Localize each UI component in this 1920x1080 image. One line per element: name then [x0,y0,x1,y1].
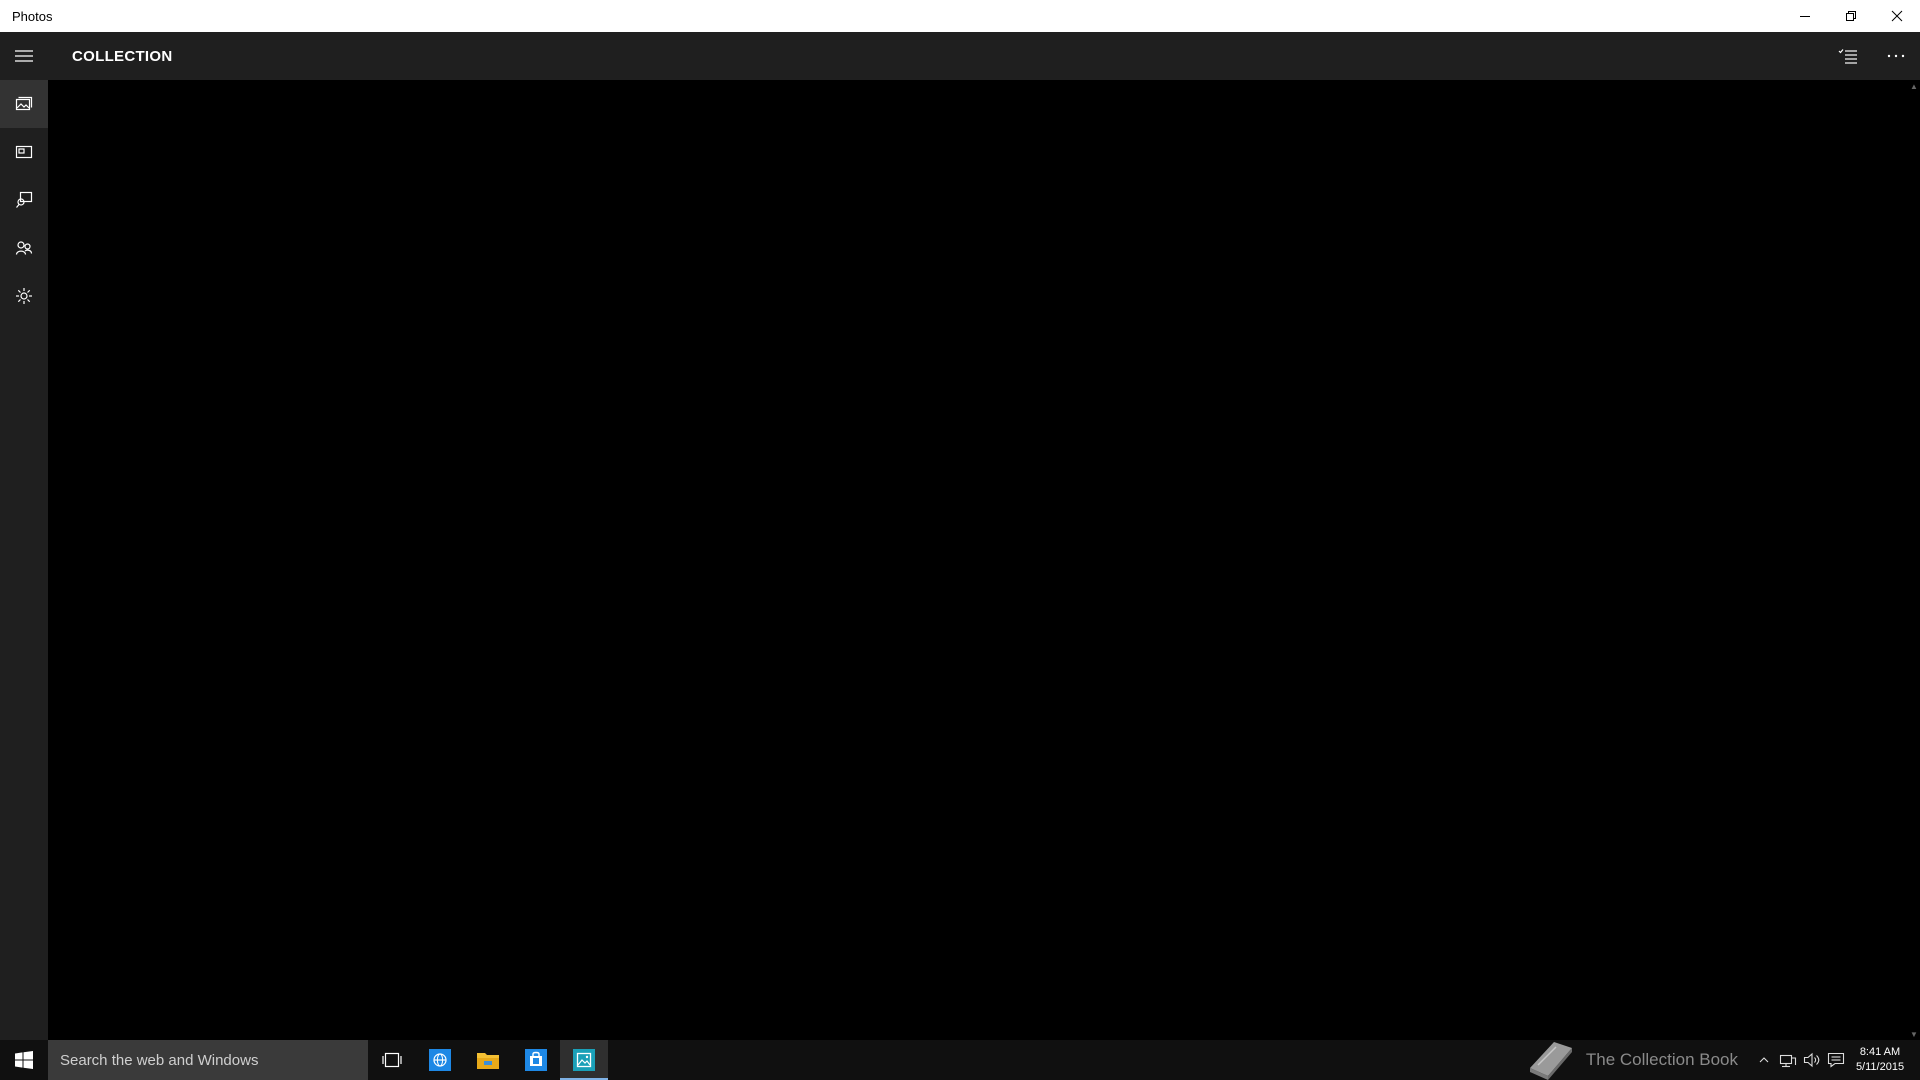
photos-app-icon [573,1049,595,1071]
minimize-icon [1800,16,1810,17]
book-icon [1529,1042,1572,1080]
store-icon [525,1049,547,1071]
nav-rail [0,32,48,1040]
folder-photos-icon [16,191,33,208]
search-input[interactable]: Search the web and Windows [48,1040,368,1080]
clock-date: 5/11/2015 [1855,1061,1905,1073]
taskbar-file-explorer[interactable] [464,1040,512,1080]
network-button[interactable] [1776,1040,1800,1080]
title-bar: Photos [0,0,1920,32]
watermark: The Collection Book [1524,1038,1738,1080]
hamburger-menu-button[interactable] [0,32,48,80]
volume-button[interactable] [1800,1040,1824,1080]
browser-icon [429,1049,451,1071]
volume-icon [1803,1052,1820,1068]
taskbar-photos[interactable] [560,1040,608,1080]
select-button[interactable] [1824,32,1872,80]
page-header: COLLECTION [48,32,1920,80]
taskbar-edge[interactable] [416,1040,464,1080]
hamburger-icon [15,50,33,62]
show-hidden-icons-button[interactable] [1752,1040,1776,1080]
collection-content [48,80,1908,1040]
close-icon [1891,10,1903,22]
vertical-scrollbar[interactable]: ▲ ▼ [1908,80,1920,1040]
page-title: COLLECTION [72,47,173,65]
close-button[interactable] [1874,0,1920,32]
nav-settings[interactable] [0,272,48,320]
nav-albums[interactable] [0,128,48,176]
network-icon [1779,1054,1797,1068]
taskbar: Search the web and Windows The Collectio… [0,1040,1920,1080]
nav-collection[interactable] [0,80,48,128]
chevron-up-icon [1759,1057,1769,1063]
folder-icon [477,1053,499,1069]
window-title: Photos [12,8,53,24]
restore-button[interactable] [1828,0,1874,32]
watermark-text: The Collection Book [1585,1050,1738,1069]
scroll-up-icon[interactable]: ▲ [1908,80,1920,92]
select-list-icon [1838,49,1857,64]
windows-logo-icon [15,1051,33,1069]
notification-icon [1827,1052,1845,1068]
restore-icon [1846,11,1856,21]
people-icon [15,241,33,255]
action-center-button[interactable] [1824,1040,1848,1080]
scroll-down-icon[interactable]: ▼ [1908,1028,1920,1040]
task-view-button[interactable] [368,1040,416,1080]
task-view-icon [382,1052,402,1068]
album-icon [15,145,33,159]
start-button[interactable] [0,1040,48,1080]
search-placeholder: Search the web and Windows [60,1051,259,1069]
more-options-button[interactable] [1872,32,1920,80]
nav-people[interactable] [0,224,48,272]
clock[interactable]: 8:41 AM 5/11/2015 [1848,1045,1912,1075]
nav-folders[interactable] [0,176,48,224]
minimize-button[interactable] [1782,0,1828,32]
system-tray: The Collection Book 8:41 AM 5/11/2015 [1524,1040,1920,1080]
gear-icon [16,288,32,304]
taskbar-store[interactable] [512,1040,560,1080]
more-icon [1887,54,1905,58]
clock-time: 8:41 AM [1859,1046,1901,1058]
window-controls [1782,0,1920,32]
photos-icon [15,96,33,111]
